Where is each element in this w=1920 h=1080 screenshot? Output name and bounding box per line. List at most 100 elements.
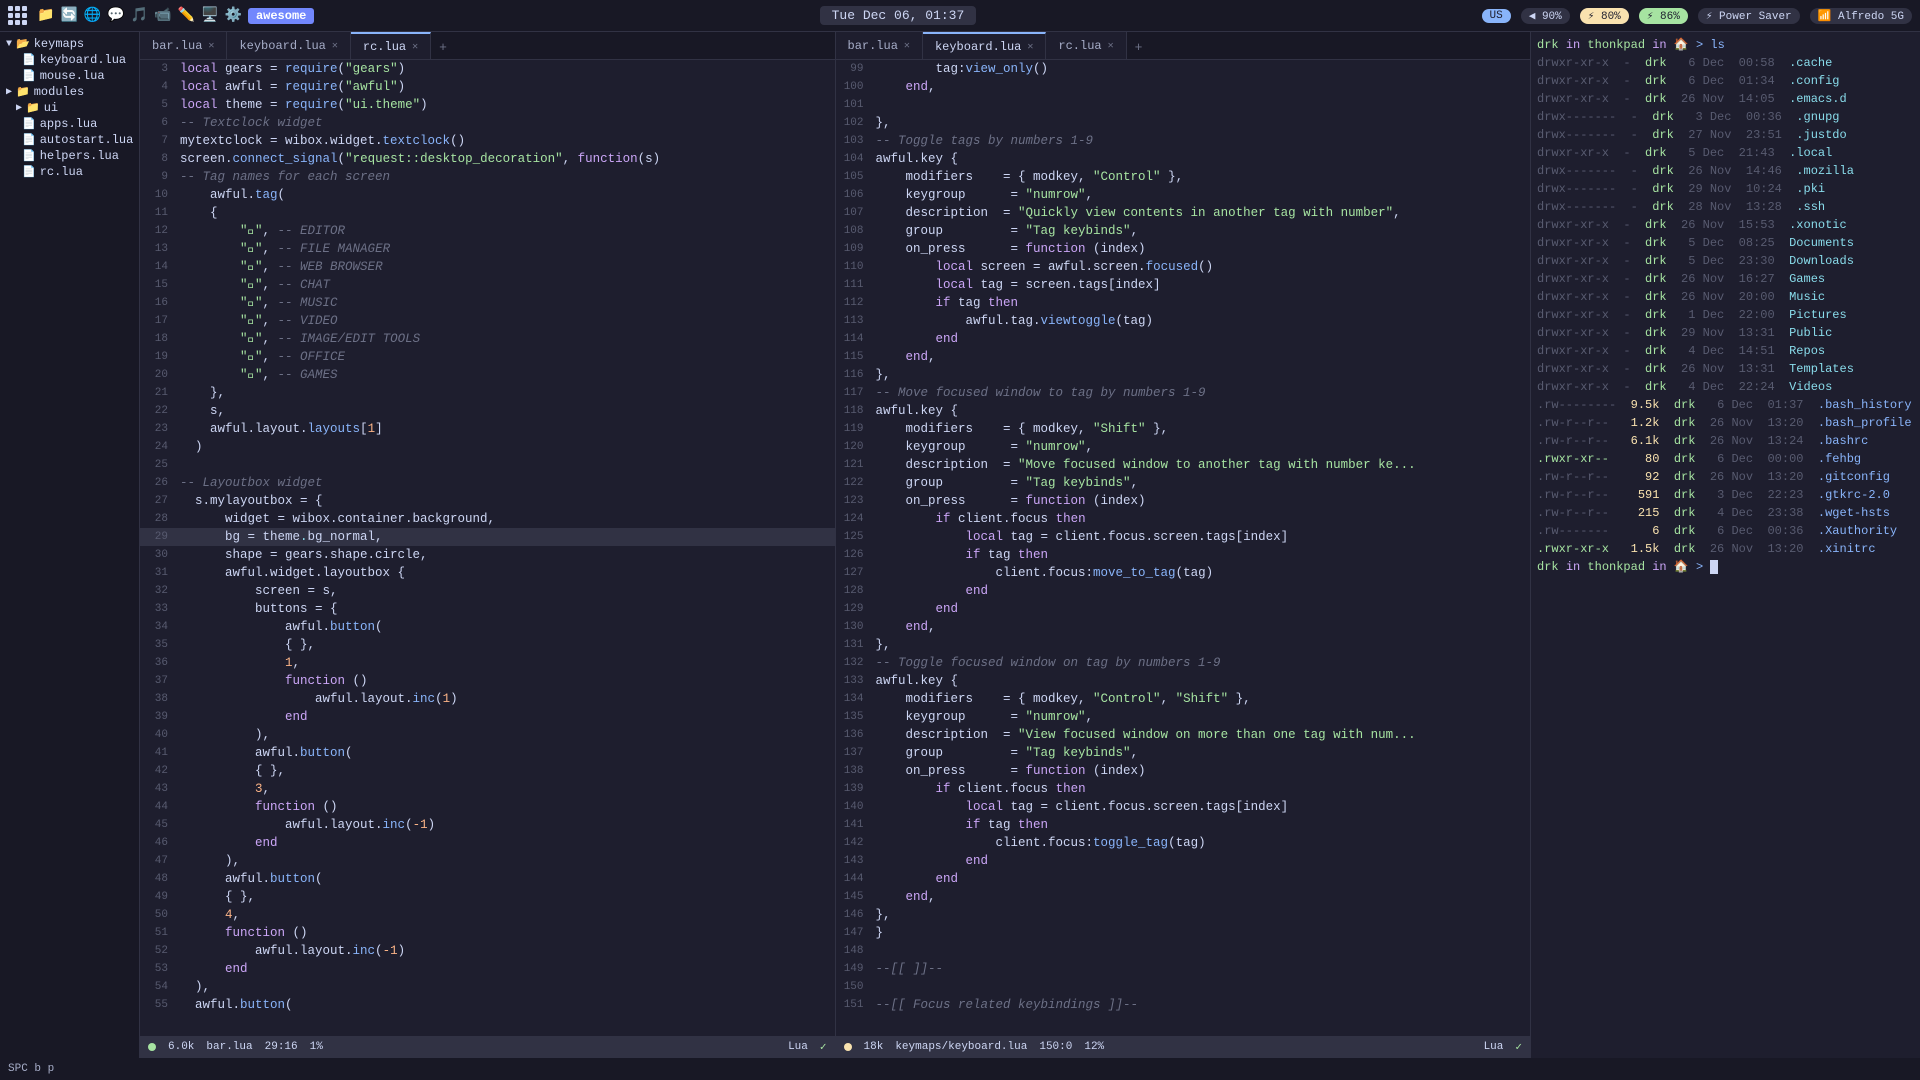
code-line: 41 awful.button( [140, 744, 835, 762]
terminal-line: drwx------- - drk 29 Nov 10:24 .pki [1537, 180, 1914, 198]
bottom-command: SPC b p [8, 1063, 54, 1075]
left-tab-add[interactable]: + [431, 36, 455, 59]
right-tab-rc-lua[interactable]: rc.lua ✕ [1046, 32, 1126, 59]
left-tab-bar-lua-close[interactable]: ✕ [208, 40, 214, 52]
code-line: 26-- Layoutbox widget [140, 474, 835, 492]
right-code-content[interactable]: 99 tag:view_only() 100 end, 101 102}, 10… [836, 60, 1531, 1036]
browser-icon[interactable]: 🌐 [84, 7, 101, 24]
sidebar-item-modules[interactable]: ▶ 📁 modules [0, 84, 139, 100]
right-code-lines: 99 tag:view_only() 100 end, 101 102}, 10… [836, 60, 1531, 1014]
terminal-line: drwx------- - drk 3 Dec 00:36 .gnupg [1537, 108, 1914, 126]
terminal-line: drwxr-xr-x - drk 4 Dec 14:51 Repos [1537, 342, 1914, 360]
sidebar-label-apps: apps.lua [40, 117, 98, 131]
sidebar-label-mouse: mouse.lua [40, 69, 105, 83]
file-icon[interactable]: 📁 [37, 7, 54, 24]
terminal-line: drwx------- - drk 27 Nov 23:51 .justdo [1537, 126, 1914, 144]
code-line: 151--[[ Focus related keybindings ]]-- [836, 996, 1531, 1014]
left-tab-rc-lua-close[interactable]: ✕ [412, 41, 418, 53]
code-line: 12 "", -- EDITOR [140, 222, 835, 240]
right-tab-rc-lua-label: rc.lua [1058, 39, 1101, 53]
code-line: 16 "", -- MUSIC [140, 294, 835, 312]
chat-icon[interactable]: 💬 [107, 7, 124, 24]
code-line: 52 awful.layout.inc(-1) [140, 942, 835, 960]
code-line: 117-- Move focused window to tag by numb… [836, 384, 1531, 402]
sidebar-item-autostart-lua[interactable]: 📄 autostart.lua [0, 132, 139, 148]
sidebar-item-ui[interactable]: ▶ 📁 ui [0, 100, 139, 116]
code-line: 115 end, [836, 348, 1531, 366]
code-line: 106 keygroup = "numrow", [836, 186, 1531, 204]
terminal-content[interactable]: drk in thonkpad in 🏠 > ls drwxr-xr-x - d… [1531, 32, 1920, 1058]
config-icon[interactable]: ⚙️ [225, 7, 242, 24]
code-line: 8screen.connect_signal("request::desktop… [140, 150, 835, 168]
code-line: 136 description = "View focused window o… [836, 726, 1531, 744]
code-line: 126 if tag then [836, 546, 1531, 564]
terminal-line: .rw-------- 9.5k drk 6 Dec 01:37 .bash_h… [1537, 396, 1914, 414]
code-line: 38 awful.layout.inc(1) [140, 690, 835, 708]
sidebar-label-helpers: helpers.lua [40, 149, 119, 163]
code-line: 143 end [836, 852, 1531, 870]
left-status-bar: 6.0k bar.lua 29:16 1% Lua ✓ [140, 1036, 835, 1058]
right-status-pct: 12% [1084, 1041, 1104, 1053]
right-status-dot [844, 1043, 852, 1051]
code-line: 147} [836, 924, 1531, 942]
video-icon[interactable]: 📹 [154, 7, 171, 24]
left-tab-bar-lua[interactable]: bar.lua ✕ [140, 32, 227, 59]
code-line: 54 ), [140, 978, 835, 996]
status-volume: ◀ 90% [1521, 8, 1570, 24]
code-line: 103-- Toggle tags by numbers 1-9 [836, 132, 1531, 150]
code-line: 140 local tag = client.focus.screen.tags… [836, 798, 1531, 816]
refresh-icon[interactable]: 🔄 [60, 7, 77, 24]
right-tab-add[interactable]: + [1127, 36, 1151, 59]
code-line: 116}, [836, 366, 1531, 384]
terminal-icon[interactable]: 🖥️ [201, 7, 218, 24]
terminal-line: drwxr-xr-x - drk 29 Nov 13:31 Public [1537, 324, 1914, 342]
left-tab-bar: bar.lua ✕ keyboard.lua ✕ rc.lua ✕ + [140, 32, 835, 60]
code-line: 146}, [836, 906, 1531, 924]
apps-grid-icon[interactable] [8, 6, 27, 25]
code-line: 121 description = "Move focused window t… [836, 456, 1531, 474]
sidebar-item-keyboard-lua[interactable]: 📄 keyboard.lua [0, 52, 139, 68]
code-line: 50 4, [140, 906, 835, 924]
code-line: 20 "", -- GAMES [140, 366, 835, 384]
left-tab-rc-lua[interactable]: rc.lua ✕ [351, 32, 431, 59]
sidebar-item-keymaps[interactable]: ▼ 📂 keymaps [0, 36, 139, 52]
left-status-pos: 29:16 [265, 1041, 298, 1053]
code-line: 134 modifiers = { modkey, "Control", "Sh… [836, 690, 1531, 708]
right-tab-keyboard-lua[interactable]: keyboard.lua ✕ [923, 32, 1046, 59]
code-line: 120 keygroup = "numrow", [836, 438, 1531, 456]
right-tab-keyboard-lua-close[interactable]: ✕ [1027, 41, 1033, 53]
code-line: 39 end [140, 708, 835, 726]
code-line: 4local awful = require("awful") [140, 78, 835, 96]
right-tab-rc-lua-close[interactable]: ✕ [1108, 40, 1114, 52]
terminal-line: .rw-r--r-- 591 drk 3 Dec 22:23 .gtkrc-2.… [1537, 486, 1914, 504]
sidebar-item-helpers-lua[interactable]: 📄 helpers.lua [0, 148, 139, 164]
sidebar-label-rc: rc.lua [40, 165, 83, 179]
code-line: 17 "", -- VIDEO [140, 312, 835, 330]
code-line: 34 awful.button( [140, 618, 835, 636]
edit-icon[interactable]: ✏️ [178, 7, 195, 24]
topbar-right: US ◀ 90% ⚡ 80% ⚡ 86% ⚡ Power Saver 📶 Alf… [1482, 8, 1912, 24]
status-battery1: ⚡ 80% [1580, 8, 1629, 24]
right-tab-bar: bar.lua ✕ keyboard.lua ✕ rc.lua ✕ + [836, 32, 1531, 60]
right-status-size: 18k [864, 1041, 884, 1053]
left-tab-keyboard-lua[interactable]: keyboard.lua ✕ [227, 32, 350, 59]
status-battery2: ⚡ 86% [1639, 8, 1688, 24]
sidebar-item-rc-lua[interactable]: 📄 rc.lua [0, 164, 139, 180]
right-tab-bar-lua[interactable]: bar.lua ✕ [836, 32, 923, 59]
left-status-file: bar.lua [206, 1041, 252, 1053]
sidebar-item-mouse-lua[interactable]: 📄 mouse.lua [0, 68, 139, 84]
left-tab-keyboard-lua-close[interactable]: ✕ [332, 40, 338, 52]
awesome-badge[interactable]: awesome [248, 8, 314, 24]
left-code-content[interactable]: 3local gears = require("gears") 4local a… [140, 60, 835, 1036]
right-tab-bar-lua-label: bar.lua [848, 39, 898, 53]
right-status-lang: Lua [1484, 1041, 1504, 1053]
code-line: 104awful.key { [836, 150, 1531, 168]
sidebar-item-apps-lua[interactable]: 📄 apps.lua [0, 116, 139, 132]
terminal-line: drwxr-xr-x - drk 26 Nov 13:31 Templates [1537, 360, 1914, 378]
right-tab-bar-lua-close[interactable]: ✕ [904, 40, 910, 52]
music-icon[interactable]: 🎵 [131, 7, 148, 24]
terminal-line: drwxr-xr-x - drk 5 Dec 08:25 Documents [1537, 234, 1914, 252]
code-line: 124 if client.focus then [836, 510, 1531, 528]
topbar-left: 📁 🔄 🌐 💬 🎵 📹 ✏️ 🖥️ ⚙️ awesome [8, 6, 314, 25]
code-line: 130 end, [836, 618, 1531, 636]
